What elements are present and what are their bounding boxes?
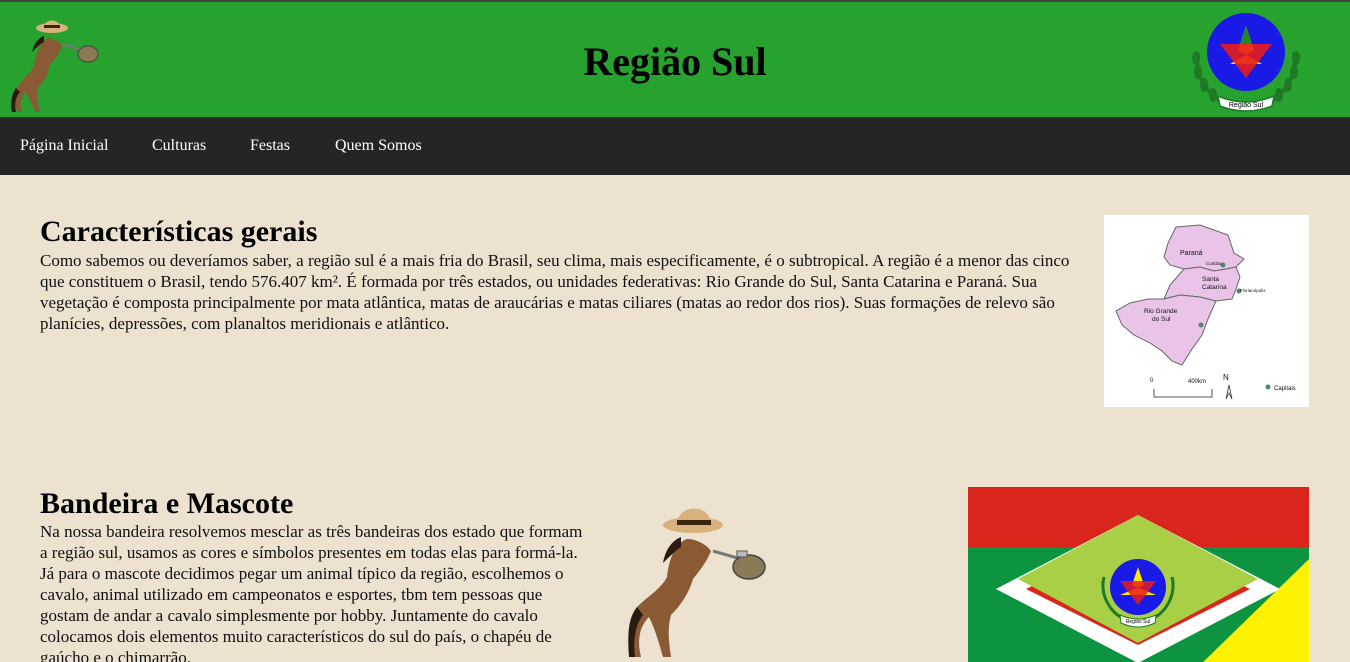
- map-label-curitiba: Curitiba: [1206, 261, 1222, 266]
- nav-item-festas[interactable]: Festas: [250, 137, 290, 155]
- flag-caption: Região Sul: [1126, 619, 1150, 625]
- map-legend-label: Capitais: [1274, 386, 1296, 392]
- map-label-florianopolis: Florianópolis: [1240, 288, 1266, 293]
- map-label-rgs-1: Rio Grande: [1144, 308, 1178, 315]
- map-label-sc-1: Santa: [1202, 276, 1219, 283]
- page-title: Região Sul: [583, 39, 767, 84]
- region-flag-image: Região Sul: [968, 487, 1309, 662]
- south-map-image: Paraná Curitiba Santa Catarina Florianóp…: [1104, 215, 1309, 407]
- section-text-caracteristicas: Como sabemos ou deveríamos saber, a regi…: [40, 251, 1070, 333]
- section-text-bandeira: Na nossa bandeira resolvemos mesclar as …: [40, 522, 583, 662]
- horse-mascot-icon: [628, 508, 766, 657]
- region-emblem-icon[interactable]: Região Sul: [1182, 12, 1310, 116]
- section-title-bandeira: Bandeira e Mascote: [40, 487, 294, 520]
- map-label-parana: Paraná: [1180, 250, 1203, 257]
- main-nav: Página Inicial Culturas Festas Quem Somo…: [0, 117, 1350, 175]
- map-label-sc-2: Catarina: [1202, 284, 1227, 291]
- nav-item-pagina-inicial[interactable]: Página Inicial: [20, 137, 108, 155]
- map-north-label: N: [1223, 373, 1229, 382]
- emblem-caption: Região Sul: [1229, 102, 1264, 109]
- nav-item-culturas[interactable]: Culturas: [152, 137, 206, 155]
- map-scale-km: 400km: [1188, 379, 1206, 385]
- map-label-rgs-2: do Sul: [1152, 316, 1171, 323]
- section-title-caracteristicas: Características gerais: [40, 215, 318, 248]
- site-header: Região Sul Região Sul: [0, 2, 1350, 117]
- nav-item-quem-somos[interactable]: Quem Somos: [335, 137, 422, 155]
